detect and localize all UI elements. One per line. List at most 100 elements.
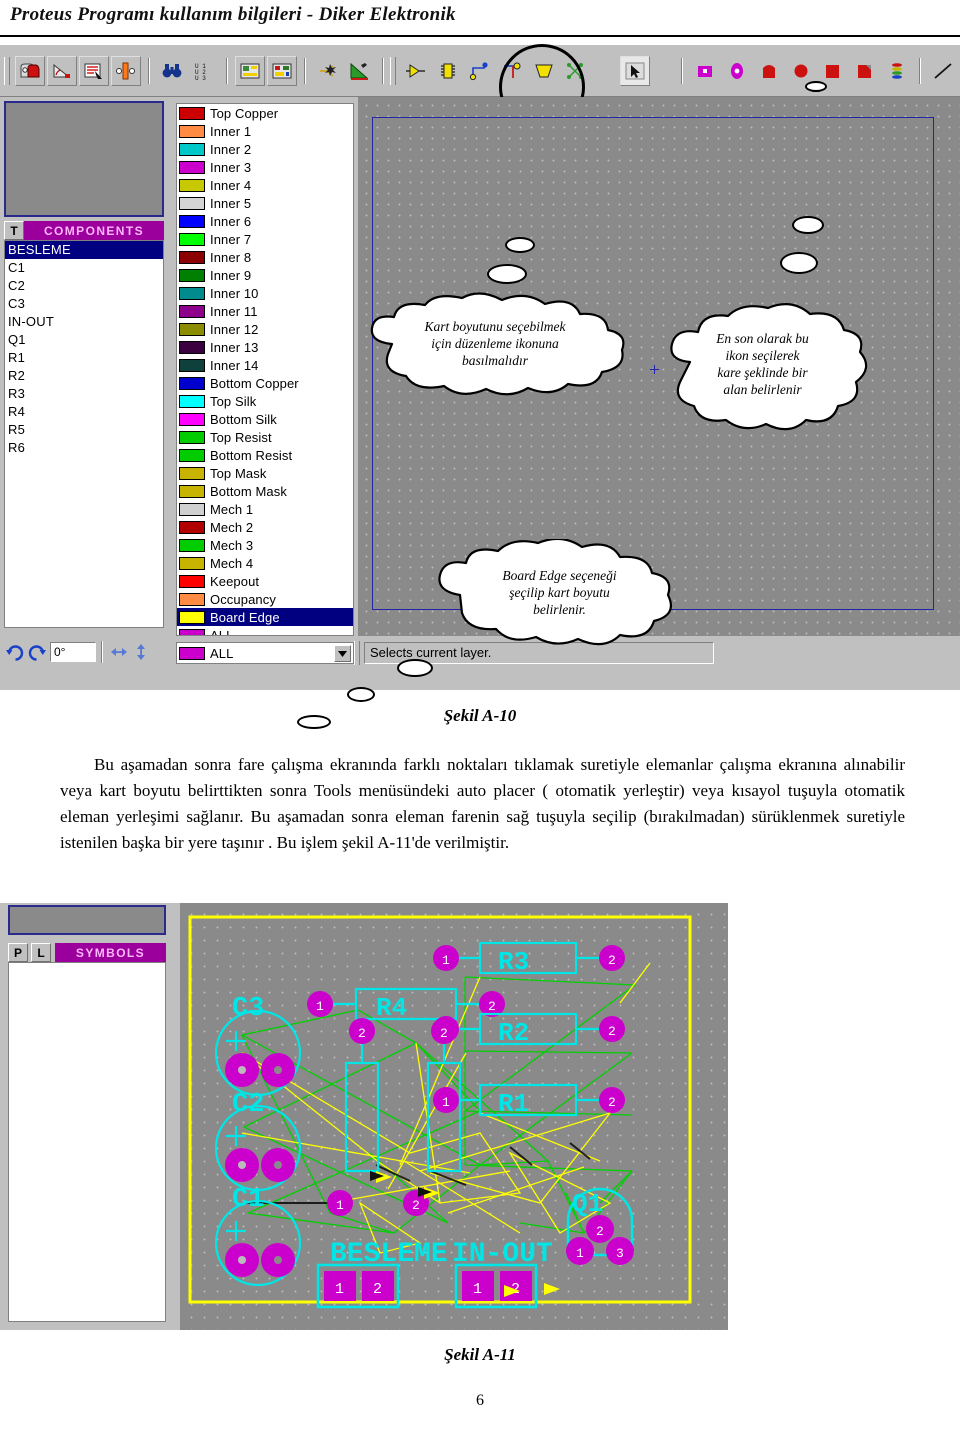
component-list-item[interactable]: R1 [5,349,163,367]
layer-list-item[interactable]: Mech 2 [177,518,353,536]
layer-label: ALL [210,627,234,636]
layer-color-swatch [179,574,205,588]
layer-list-item[interactable]: Top Silk [177,392,353,410]
square-pad-icon[interactable] [690,56,720,86]
layer-list[interactable]: Top Copper Inner 1 Inner 2 Inner 3 Inner 4 In… [176,103,354,636]
layer-list-item[interactable]: Inner 14 [177,356,353,374]
toolbar-grip[interactable] [4,57,10,85]
autoroute-icon[interactable] [313,56,343,86]
package-icon[interactable] [433,56,463,86]
component-list-item[interactable]: R5 [5,421,163,439]
layer-color-swatch [179,232,205,246]
layer-list-item[interactable]: Mech 4 [177,554,353,572]
dil-pad-icon[interactable] [754,56,784,86]
component-list-item[interactable]: R6 [5,439,163,457]
layer-list-item[interactable]: Inner 9 [177,266,353,284]
component-list-item[interactable]: IN-OUT [5,313,163,331]
board-properties-icon[interactable] [235,56,265,86]
selection-mode-icon[interactable] [15,56,45,86]
layer-list-item[interactable]: Top Copper [177,104,353,122]
layer-list-item[interactable]: Occupancy [177,590,353,608]
svg-text:2: 2 [440,1026,448,1041]
callout-board-edge-text: Board Edge seçeneği şeçilip kart boyutu … [502,568,617,617]
svg-text:R2: R2 [498,1018,529,1048]
layer-list-item[interactable]: Inner 7 [177,230,353,248]
layer-selector-panel: Top Copper Inner 1 Inner 2 Inner 3 Inner 4 In… [176,97,354,664]
svg-text:3: 3 [616,1246,624,1261]
layer-color-swatch [179,448,205,462]
component-list-item[interactable]: R2 [5,367,163,385]
component-list-item[interactable]: R4 [5,403,163,421]
layer-list-item[interactable]: Board Edge [177,608,353,626]
layer-list-item[interactable]: Bottom Silk [177,410,353,428]
figure-a11-screenshot: P L SYMBOLS C3 C2 C1 R4 1 2 R3 1 2 R2 2 … [0,903,728,1330]
padstack-icon[interactable] [882,56,912,86]
layer-list-item[interactable]: Top Resist [177,428,353,446]
layer-list-item[interactable]: Inner 13 [177,338,353,356]
components-list[interactable]: BESLEME C1 C2 C3 IN-OUT Q1 R1 R2 R3 R4 R5 R6 [4,240,164,628]
connectivity-icon[interactable] [111,56,141,86]
design-rule-icon[interactable] [345,56,375,86]
layer-list-item[interactable]: Bottom Copper [177,374,353,392]
package-mode-button[interactable]: P [8,943,28,962]
rotate-ccw-icon[interactable] [26,641,48,663]
layer-list-item[interactable]: Bottom Resist [177,446,353,464]
component-list-item[interactable]: C1 [5,259,163,277]
mirror-horizontal-icon[interactable] [108,641,130,663]
page-title: Proteus Programı kullanım bilgileri - Di… [10,4,456,25]
netlist-icon[interactable] [267,56,297,86]
layer-list-item[interactable]: Inner 12 [177,320,353,338]
svg-text:R4: R4 [376,993,407,1023]
mirror-vertical-icon[interactable] [130,641,152,663]
track-icon[interactable] [465,56,495,86]
component-list-item[interactable]: BESLEME [5,241,163,259]
layer-list-item[interactable]: Inner 11 [177,302,353,320]
components-header: T COMPONENTS [4,221,164,240]
layer-list-item[interactable]: Inner 2 [177,140,353,158]
toolbar-grip-2[interactable] [390,57,396,85]
layer-mode-button[interactable]: L [31,943,51,962]
layer-list-item[interactable]: Mech 1 [177,500,353,518]
toggle-text-button[interactable]: T [4,221,24,240]
layer-list-item[interactable]: Inner 5 [177,194,353,212]
left-dock: T COMPONENTS BESLEME C1 C2 C3 IN-OUT Q1 R1 R2 R3… [0,97,168,667]
svg-text:1: 1 [316,999,324,1014]
layer-label: Keepout [210,573,260,589]
chevron-down-icon[interactable] [334,645,351,662]
edge-pad-icon[interactable] [850,56,880,86]
ares-client-area: T COMPONENTS BESLEME C1 C2 C3 IN-OUT Q1 R1 R2 R3… [0,97,960,729]
find-binoculars-icon[interactable] [157,56,187,86]
layer-list-item[interactable]: Inner 8 [177,248,353,266]
component-list-item[interactable]: Q1 [5,331,163,349]
layer-color-swatch [179,376,205,390]
layer-color-swatch [179,196,205,210]
layer-list-item[interactable]: Mech 3 [177,536,353,554]
dimension-icon[interactable] [47,56,77,86]
rotate-cw-icon[interactable] [4,641,26,663]
component-list-item[interactable]: C2 [5,277,163,295]
layer-list-item[interactable]: Keepout [177,572,353,590]
layers-icon[interactable]: U 1 U 2 U 3 [189,56,219,86]
layer-list-item[interactable]: ALL [177,626,353,636]
layer-list-item[interactable]: Top Mask [177,464,353,482]
layer-list-item[interactable]: Inner 3 [177,158,353,176]
layer-list-item[interactable]: Inner 4 [177,176,353,194]
symbols-list[interactable] [8,962,166,1322]
rotation-angle-input[interactable]: 0° [50,642,96,662]
arrow-select-icon[interactable] [620,56,650,86]
line-icon[interactable] [928,56,958,86]
layer-label: Mech 4 [210,555,254,571]
layer-list-item[interactable]: Inner 6 [177,212,353,230]
layer-list-item[interactable]: Inner 1 [177,122,353,140]
layer-combo-box[interactable]: ALL [176,642,354,664]
layer-list-item[interactable]: Inner 10 [177,284,353,302]
component-icon[interactable] [401,56,431,86]
pcb-layout-canvas[interactable]: C3 C2 C1 R4 1 2 R3 1 2 R2 2 R1 1 2 2 2 1… [180,903,728,1330]
layer-label: Bottom Mask [210,483,287,499]
ratsnest-icon[interactable] [79,56,109,86]
layer-list-item[interactable]: Bottom Mask [177,482,353,500]
component-list-item[interactable]: R3 [5,385,163,403]
oval-pad-icon[interactable] [722,56,752,86]
layer-color-swatch [179,340,205,354]
component-list-item[interactable]: C3 [5,295,163,313]
